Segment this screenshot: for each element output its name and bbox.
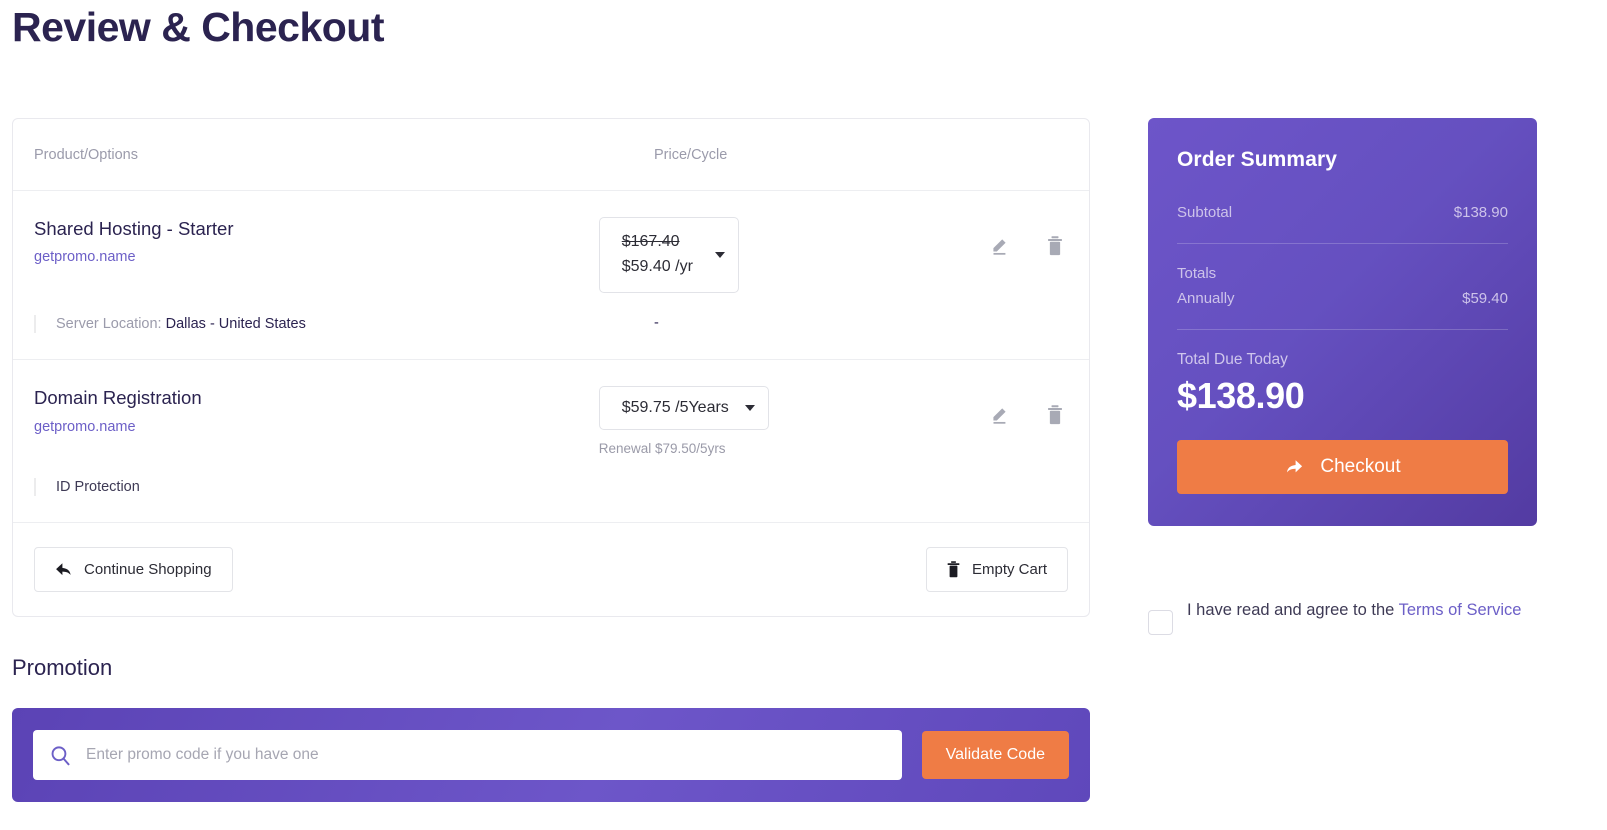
empty-cart-label: Empty Cart	[971, 561, 1047, 579]
promotion-bar: Validate Code	[12, 708, 1090, 802]
table-row: Shared Hosting - Starter getpromo.name $…	[13, 191, 1089, 293]
column-header-price-label: Price/Cycle	[654, 146, 728, 163]
price-original: $167.40	[621, 233, 680, 250]
edit-icon[interactable]	[986, 402, 1012, 428]
continue-shopping-button[interactable]: Continue Shopping	[34, 547, 233, 593]
total-due-today-value: $138.90	[1177, 375, 1305, 416]
arrow-right-icon	[1284, 459, 1304, 476]
billing-cycle-select[interactable]: $167.40 $59.40 /yr	[598, 217, 739, 293]
chevron-down-icon	[714, 251, 725, 258]
price-cell: $167.40 $59.40 /yr	[598, 217, 872, 293]
terms-checkbox[interactable]	[1148, 610, 1173, 635]
chevron-down-icon	[744, 405, 755, 412]
delete-icon[interactable]	[1042, 402, 1068, 428]
terms-text: I have read and agree to the Terms of Se…	[1187, 596, 1521, 625]
totals-label: Totals	[1177, 265, 1217, 282]
table-row: Domain Registration getpromo.name $59.75…	[13, 359, 1089, 456]
validate-code-button[interactable]: Validate Code	[921, 731, 1069, 779]
row-actions	[872, 386, 1068, 455]
continue-shopping-label: Continue Shopping	[84, 561, 212, 579]
option-key: Server Location:	[56, 315, 162, 332]
column-header-product-label: Product/Options	[34, 146, 138, 163]
summary-divider	[1177, 243, 1508, 244]
product-addon-price	[654, 478, 954, 497]
price-discounted: $59.40 /yr	[621, 257, 693, 275]
annually-row: Annually $59.40	[1177, 290, 1508, 307]
summary-divider	[1177, 329, 1508, 330]
search-icon	[49, 744, 72, 767]
product-domain-link[interactable]: getpromo.name	[34, 419, 599, 435]
trash-icon	[947, 561, 960, 578]
product-addon-label: ID Protection	[34, 477, 654, 497]
product-addon-row: ID Protection	[13, 477, 1089, 523]
checkout-button[interactable]: Checkout	[1177, 440, 1508, 494]
annually-value: $59.40	[1462, 290, 1508, 307]
edit-icon[interactable]	[986, 233, 1012, 259]
product-cell: Domain Registration getpromo.name	[34, 386, 599, 455]
terms-of-service-link[interactable]: Terms of Service	[1399, 601, 1522, 619]
option-value: Dallas - United States	[165, 315, 306, 332]
product-option-label: Server Location: Dallas - United States	[34, 314, 654, 334]
price-current: $59.75 /5Years	[621, 399, 729, 417]
price-cell: $59.75 /5Years Renewal $79.50/5yrs	[598, 386, 872, 456]
subtotal-label: Subtotal	[1177, 204, 1233, 221]
order-summary-panel: Order Summary Subtotal $138.90 Totals An…	[1148, 118, 1537, 526]
column-header-product: Product/Options	[34, 146, 654, 164]
promo-code-input[interactable]	[86, 746, 886, 764]
cart-card: Product/Options Price/Cycle Shared Hosti…	[12, 118, 1090, 618]
empty-cart-button[interactable]: Empty Cart	[925, 547, 1068, 593]
promo-input-wrapper	[33, 730, 902, 780]
product-name: Shared Hosting - Starter	[34, 218, 234, 239]
product-option-price: -	[654, 314, 659, 331]
column-header-price: Price/Cycle	[654, 146, 954, 164]
page-title: Review & Checkout	[12, 4, 385, 50]
subtotal-value: $138.90	[1453, 204, 1508, 221]
terms-agreement: I have read and agree to the Terms of Se…	[1148, 596, 1548, 635]
order-summary-title: Order Summary	[1177, 148, 1338, 171]
product-cell: Shared Hosting - Starter getpromo.name	[34, 217, 599, 293]
arrow-left-icon	[55, 562, 72, 577]
cart-footer: Continue Shopping Empty Cart	[13, 522, 1089, 616]
delete-icon[interactable]	[1042, 233, 1068, 259]
annually-label: Annually	[1177, 290, 1235, 307]
cart-table-header: Product/Options Price/Cycle	[13, 119, 1089, 191]
row-actions	[872, 217, 1068, 293]
checkout-page: Review & Checkout Product/Options Price/…	[0, 0, 1607, 830]
terms-static-text: I have read and agree to the	[1187, 601, 1399, 619]
product-domain-link[interactable]: getpromo.name	[34, 249, 599, 265]
checkout-label: Checkout	[1320, 456, 1401, 477]
promotion-heading: Promotion	[12, 655, 113, 680]
product-option-row: Server Location: Dallas - United States …	[13, 314, 1089, 360]
product-name: Domain Registration	[34, 387, 202, 409]
renewal-note: Renewal $79.50/5yrs	[598, 440, 726, 456]
billing-cycle-select[interactable]: $59.75 /5Years	[598, 386, 769, 430]
subtotal-row: Subtotal $138.90	[1177, 204, 1508, 221]
total-due-today-label: Total Due Today	[1177, 351, 1288, 368]
